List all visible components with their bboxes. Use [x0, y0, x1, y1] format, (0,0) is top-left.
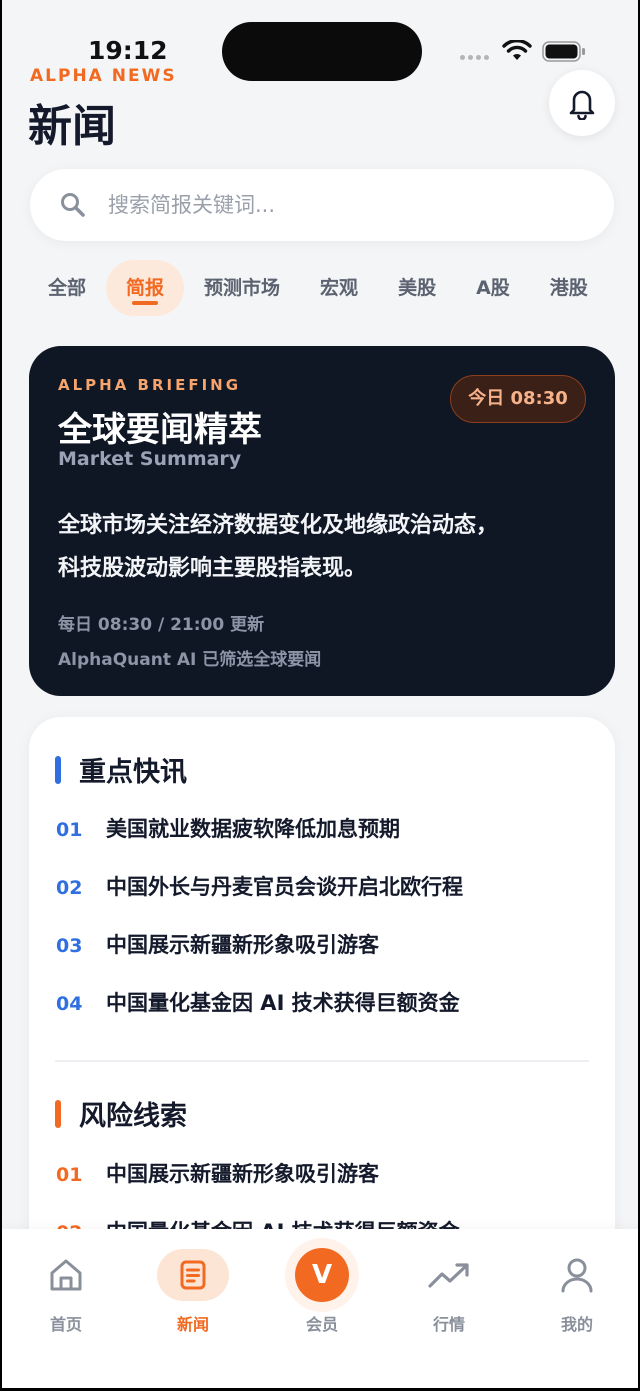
page-title: 新闻 — [28, 101, 116, 152]
briefing-source-note: AlphaQuant AI 已筛选全球要闻 — [58, 650, 322, 670]
trend-icon — [428, 1263, 469, 1288]
section-key-news: 重点快讯 — [55, 750, 187, 789]
item-headline: 中国量化基金因 AI 技术获得巨额资金 — [106, 991, 460, 1015]
item-headline: 中国外长与丹麦官员会谈开启北欧行程 — [106, 875, 463, 899]
briefing-title: 全球要闻精萃 — [58, 410, 262, 450]
item-number: 03 — [56, 935, 83, 957]
briefing-time-badge: 今日 08:30 — [450, 375, 586, 423]
section-title: 风险线索 — [79, 1101, 187, 1132]
briefing-update-schedule: 每日 08:30 / 21:00 更新 — [58, 615, 265, 635]
nav-news[interactable]: 新闻 — [143, 1245, 243, 1335]
nav-label: 新闻 — [176, 1315, 209, 1334]
item-headline: 中国展示新疆新形象吸引游客 — [106, 1162, 379, 1186]
tab-briefing[interactable]: 简报 — [106, 260, 185, 316]
dynamic-island — [222, 22, 422, 81]
section-accent-bar — [55, 755, 61, 784]
search-bar[interactable] — [30, 169, 614, 241]
briefing-label: ALPHA BRIEFING — [58, 376, 242, 394]
item-number: 04 — [56, 993, 83, 1015]
nav-label: 会员 — [305, 1315, 338, 1334]
search-input[interactable] — [108, 193, 568, 217]
list-item[interactable]: 01 美国就业数据疲软降低加息预期 — [56, 813, 400, 843]
bell-icon — [569, 90, 595, 120]
item-number: 01 — [56, 819, 83, 841]
tab-prediction-market[interactable]: 预测市场 — [184, 260, 300, 316]
nav-market[interactable]: 行情 — [399, 1245, 499, 1335]
list-item[interactable]: 02 中国外长与丹麦官员会谈开启北欧行程 — [56, 871, 463, 901]
vip-icon: V — [295, 1248, 349, 1302]
list-item[interactable]: 03 中国展示新疆新形象吸引游客 — [56, 929, 379, 959]
tab-hk-stocks[interactable]: 港股 — [530, 260, 608, 316]
nav-label: 首页 — [49, 1315, 82, 1334]
wifi-icon — [502, 40, 532, 60]
user-icon — [561, 1258, 593, 1293]
briefing-summary-line: 科技股波动影响主要股指表现。 — [58, 556, 367, 581]
nav-label: 我的 — [560, 1315, 593, 1334]
nav-label: 行情 — [432, 1315, 465, 1334]
briefing-subtitle: Market Summary — [58, 448, 242, 470]
notifications-button[interactable] — [549, 70, 615, 136]
tab-us-stocks[interactable]: 美股 — [378, 260, 456, 316]
phone-screen: 19:12 ALPHA NEWS 新闻 全部 简报 预测市场 宏观 美股 — [0, 0, 640, 1391]
briefing-summary: 全球市场关注经济数据变化及地缘政治动态， 科技股波动影响主要股指表现。 — [58, 504, 588, 590]
item-number: 01 — [56, 1164, 83, 1186]
briefing-card[interactable]: ALPHA BRIEFING 全球要闻精萃 Market Summary 今日 … — [29, 346, 615, 696]
battery-icon — [542, 41, 585, 62]
tab-a-shares[interactable]: A股 — [456, 260, 530, 316]
list-item[interactable]: 01 中国展示新疆新形象吸引游客 — [56, 1158, 379, 1188]
section-divider — [55, 1060, 589, 1062]
tab-all[interactable]: 全部 — [28, 260, 106, 316]
item-headline: 美国就业数据疲软降低加息预期 — [106, 817, 400, 841]
section-title: 重点快讯 — [79, 757, 187, 788]
nav-vip[interactable]: V 会员 — [272, 1245, 372, 1335]
search-icon — [61, 193, 85, 217]
section-accent-bar — [55, 1099, 61, 1128]
home-icon — [50, 1259, 82, 1291]
cellular-signal-icon — [460, 55, 489, 60]
news-icon — [180, 1260, 206, 1290]
list-item[interactable]: 04 中国量化基金因 AI 技术获得巨额资金 — [56, 987, 460, 1017]
nav-home[interactable]: 首页 — [16, 1245, 116, 1335]
tab-macro[interactable]: 宏观 — [300, 260, 378, 316]
news-list-card: 重点快讯 01 美国就业数据疲软降低加息预期 02 中国外长与丹麦官员会谈开启北… — [29, 717, 615, 1277]
item-number: 02 — [56, 877, 83, 899]
bottom-nav: 首页 新闻 V 会员 行情 我的 — [2, 1229, 638, 1388]
brand-label: ALPHA NEWS — [30, 66, 177, 86]
nav-profile[interactable]: 我的 — [527, 1245, 627, 1335]
section-risk-clues: 风险线索 — [55, 1094, 187, 1133]
briefing-summary-line: 全球市场关注经济数据变化及地缘政治动态， — [58, 513, 499, 538]
category-tabs: 全部 简报 预测市场 宏观 美股 A股 港股 — [28, 258, 608, 318]
item-headline: 中国展示新疆新形象吸引游客 — [106, 933, 379, 957]
status-time: 19:12 — [88, 36, 168, 65]
